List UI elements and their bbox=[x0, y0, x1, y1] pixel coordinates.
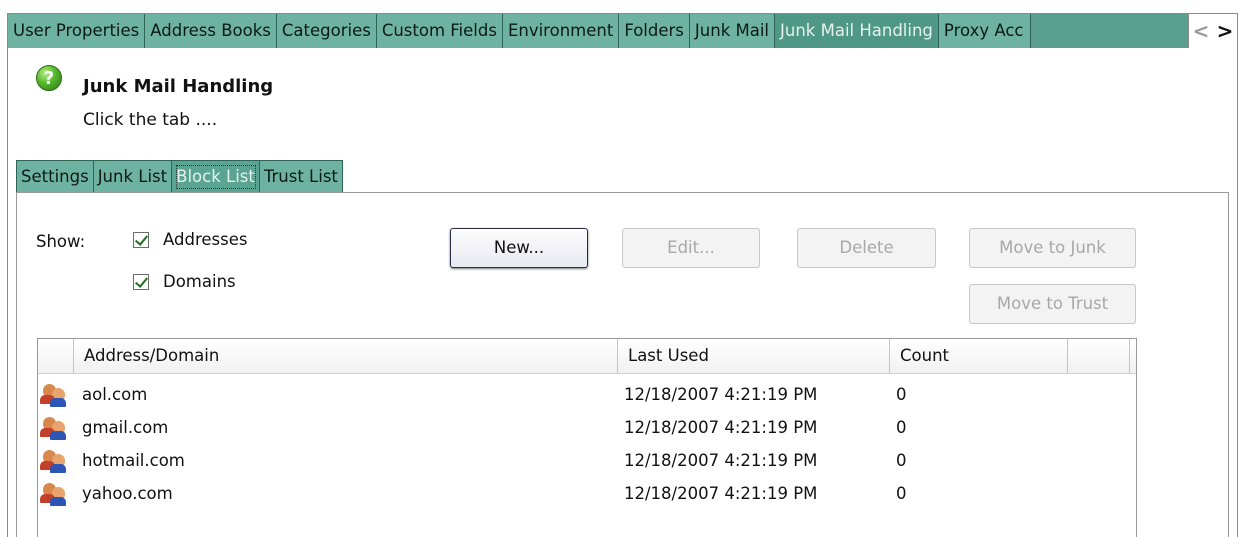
domains-checkbox[interactable] bbox=[133, 273, 149, 290]
tab-folders[interactable]: Folders bbox=[619, 14, 690, 48]
users-icon bbox=[38, 477, 82, 510]
address-cell: yahoo.com bbox=[82, 484, 173, 503]
tab-user-properties[interactable]: User Properties bbox=[8, 14, 146, 48]
move-to-junk-button[interactable]: Move to Junk bbox=[969, 228, 1136, 268]
table-header: Address/Domain Last Used Count bbox=[38, 339, 1136, 374]
count-cell: 0 bbox=[896, 418, 907, 437]
tab-junk-list[interactable]: Junk List bbox=[93, 161, 173, 193]
tab-environment[interactable]: Environment bbox=[502, 14, 620, 48]
new-button[interactable]: New... bbox=[450, 228, 588, 268]
scroll-right-icon[interactable]: > bbox=[1213, 14, 1237, 48]
domains-label: Domains bbox=[163, 272, 236, 291]
users-icon bbox=[38, 411, 82, 444]
move-to-trust-button[interactable]: Move to Trust bbox=[969, 284, 1136, 324]
tab-junk-mail[interactable]: Junk Mail bbox=[689, 14, 776, 48]
users-icon bbox=[38, 378, 82, 411]
tab-block-list[interactable]: Block List bbox=[172, 161, 260, 193]
count-cell: 0 bbox=[896, 484, 907, 503]
domains-filter: Domains bbox=[133, 272, 236, 291]
table-row[interactable]: gmail.com 12/18/2007 4:21:19 PM 0 bbox=[38, 411, 1136, 444]
edit-button[interactable]: Edit... bbox=[622, 228, 760, 268]
scroll-left-icon[interactable]: < bbox=[1189, 14, 1213, 48]
page-title: Junk Mail Handling bbox=[83, 76, 274, 97]
table-row[interactable]: hotmail.com 12/18/2007 4:21:19 PM 0 bbox=[38, 444, 1136, 477]
tab-trust-list[interactable]: Trust List bbox=[259, 161, 342, 193]
addresses-checkbox[interactable] bbox=[133, 231, 149, 248]
address-cell: gmail.com bbox=[82, 418, 169, 437]
tab-address-books[interactable]: Address Books bbox=[145, 14, 277, 48]
count-cell: 0 bbox=[896, 385, 907, 404]
tab-custom-fields[interactable]: Custom Fields bbox=[376, 14, 503, 48]
last-used-cell: 12/18/2007 4:21:19 PM bbox=[624, 484, 818, 503]
tab-junk-mail-handling[interactable]: Junk Mail Handling bbox=[775, 14, 939, 48]
show-label: Show: bbox=[36, 232, 86, 251]
last-used-cell: 12/18/2007 4:21:19 PM bbox=[624, 385, 818, 404]
address-cell: hotmail.com bbox=[82, 451, 185, 470]
delete-button[interactable]: Delete bbox=[797, 228, 936, 268]
addresses-filter: Addresses bbox=[133, 230, 247, 249]
tab-categories[interactable]: Categories bbox=[276, 14, 377, 48]
block-list-table[interactable]: Address/Domain Last Used Count aol.com 1… bbox=[37, 338, 1137, 537]
top-tab-strip: User Properties Address Books Categories… bbox=[8, 14, 1237, 48]
count-cell: 0 bbox=[896, 451, 907, 470]
last-used-cell: 12/18/2007 4:21:19 PM bbox=[624, 451, 818, 470]
users-icon bbox=[38, 444, 82, 477]
sub-tab-strip: Settings Junk List Block List Trust List bbox=[16, 160, 343, 193]
table-row[interactable]: aol.com 12/18/2007 4:21:19 PM 0 bbox=[38, 378, 1136, 411]
filler-column-header bbox=[1068, 339, 1130, 373]
tab-settings[interactable]: Settings bbox=[17, 161, 94, 193]
tab-scroll-buttons: < > bbox=[1188, 14, 1237, 48]
icon-column-header[interactable] bbox=[38, 339, 74, 373]
column-last-used[interactable]: Last Used bbox=[618, 339, 890, 373]
page-description: Click the tab .... bbox=[83, 110, 218, 130]
table-row[interactable]: yahoo.com 12/18/2007 4:21:19 PM 0 bbox=[38, 477, 1136, 510]
column-count[interactable]: Count bbox=[890, 339, 1068, 373]
column-address-domain[interactable]: Address/Domain bbox=[74, 339, 618, 373]
addresses-label: Addresses bbox=[163, 230, 248, 249]
address-cell: aol.com bbox=[82, 385, 148, 404]
tab-proxy-access[interactable]: Proxy Acc bbox=[938, 14, 1031, 48]
last-used-cell: 12/18/2007 4:21:19 PM bbox=[624, 418, 818, 437]
help-icon: ? bbox=[36, 65, 62, 91]
